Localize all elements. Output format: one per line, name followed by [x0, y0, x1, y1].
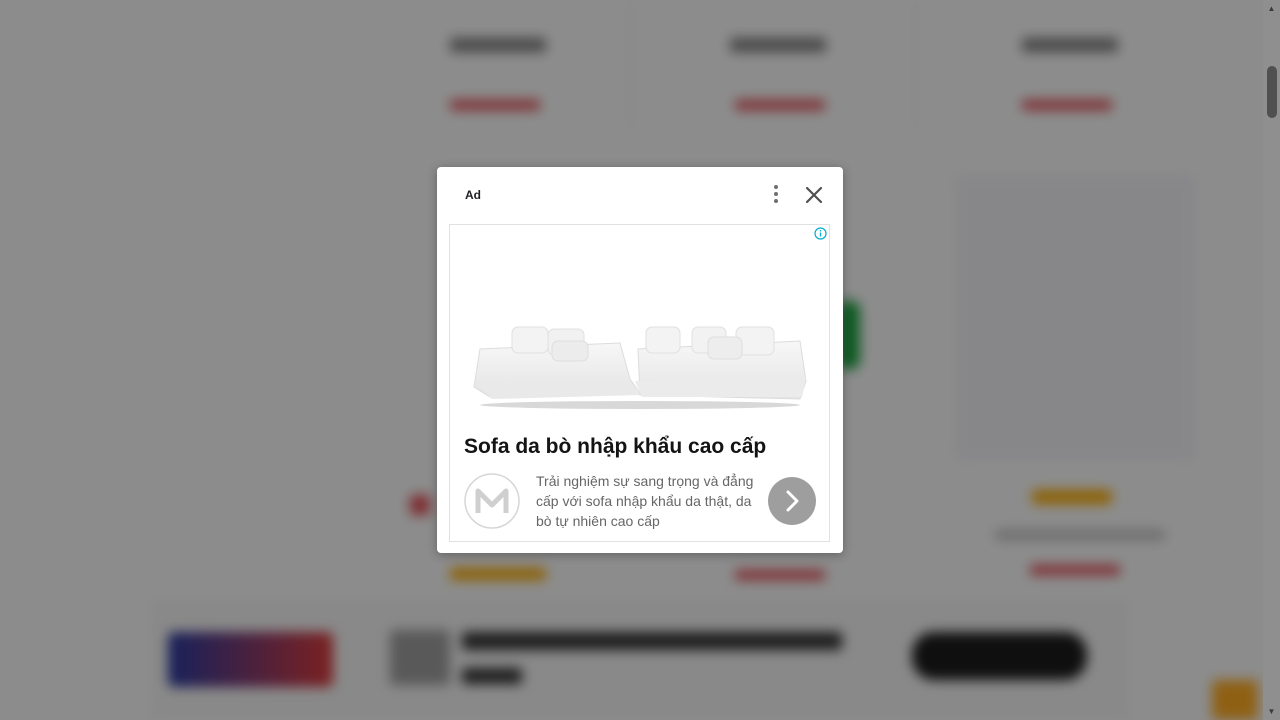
- scrollbar-thumb[interactable]: [1267, 66, 1277, 118]
- ad-creative[interactable]: Sofa da bò nhập khẩu cao cấp Trải nghiệm…: [449, 224, 830, 542]
- page-scrollbar[interactable]: ▲ ▼: [1263, 0, 1280, 720]
- ad-cta-button[interactable]: [768, 477, 816, 525]
- scroll-up-arrow-icon[interactable]: ▲: [1263, 0, 1280, 17]
- sofa-image: [470, 321, 810, 411]
- scroll-down-arrow-icon[interactable]: ▼: [1263, 703, 1280, 720]
- page: ▲ ▼ Ad Sofa da bò nhập khẩu cao cấp Trải…: [0, 0, 1280, 720]
- more-vert-icon[interactable]: [767, 184, 785, 204]
- close-icon[interactable]: [803, 184, 825, 206]
- info-icon[interactable]: [814, 227, 827, 240]
- chevron-right-icon: [786, 490, 799, 512]
- ad-label: Ad: [465, 188, 481, 202]
- ad-dialog: Ad Sofa da bò nhập khẩu cao cấp Trải ngh…: [437, 167, 843, 553]
- ad-headline[interactable]: Sofa da bò nhập khẩu cao cấp: [464, 435, 766, 459]
- ad-body-text[interactable]: Trải nghiệm sự sang trọng và đẳng cấp vớ…: [536, 471, 756, 531]
- brand-m-logo[interactable]: [464, 473, 520, 529]
